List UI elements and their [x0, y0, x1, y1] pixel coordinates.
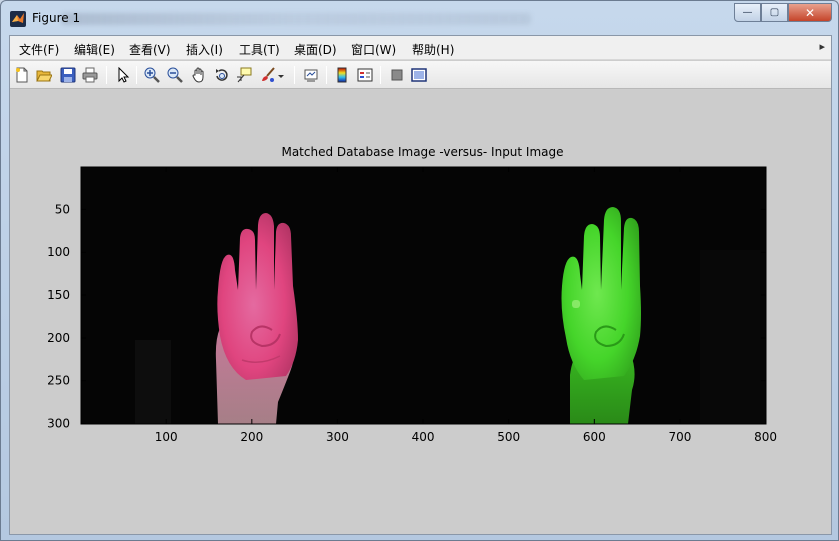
x-tick-label: 600 [583, 430, 606, 444]
hide-plot-tools-icon[interactable] [388, 66, 406, 84]
image-dark-patch [700, 250, 760, 424]
window-title: Figure 1 [32, 11, 81, 25]
minimize-button[interactable]: — [734, 3, 761, 22]
menu-window[interactable]: 窗口(W) [351, 41, 396, 58]
save-icon[interactable] [59, 66, 77, 84]
title-bar[interactable]: Figure 1 — ▢ ✕ [1, 1, 838, 35]
zoom-out-icon[interactable] [166, 66, 184, 84]
figure-window: Figure 1 — ▢ ✕ 文件(F) 编辑(E) 查看(V) 插入(I) 工… [0, 0, 839, 541]
x-tick-label: 800 [754, 430, 777, 444]
colorbar-icon[interactable] [333, 66, 351, 84]
link-plot-icon[interactable] [302, 66, 320, 84]
menu-insert[interactable]: 插入(I) [186, 41, 223, 58]
toolbar-separator [106, 66, 107, 84]
figure-toolbar [10, 61, 831, 89]
menu-tools[interactable]: 工具(T) [239, 41, 280, 58]
brush-dropdown-icon[interactable] [276, 66, 286, 84]
toolbar-separator [136, 66, 137, 84]
brush-icon[interactable] [259, 66, 277, 84]
new-figure-icon[interactable] [13, 66, 31, 84]
blurred-background-text [61, 13, 531, 25]
rotate-3d-icon[interactable] [213, 66, 231, 84]
matlab-logo-icon [10, 11, 26, 27]
pan-hand-icon[interactable] [190, 66, 208, 84]
y-tick-label: 200 [47, 331, 70, 345]
menu-help[interactable]: 帮助(H) [412, 41, 454, 58]
maximize-icon: ▢ [769, 7, 780, 18]
x-tick-label: 400 [412, 430, 435, 444]
close-icon: ✕ [804, 5, 816, 20]
menu-desktop[interactable]: 桌面(D) [294, 41, 337, 58]
y-tick-label: 100 [47, 245, 70, 259]
x-tick-label: 100 [155, 430, 178, 444]
open-file-icon[interactable] [35, 66, 53, 84]
toolbar-separator [294, 66, 295, 84]
menu-view[interactable]: 查看(V) [129, 41, 171, 58]
figure-client-area: 文件(F) 编辑(E) 查看(V) 插入(I) 工具(T) 桌面(D) 窗口(W… [9, 35, 832, 535]
x-tick-label: 700 [668, 430, 691, 444]
legend-icon[interactable] [356, 66, 374, 84]
x-tick-label: 300 [326, 430, 349, 444]
y-tick-label: 300 [47, 417, 70, 431]
figure-canvas: Matched Database Image -versus- Input Im… [10, 90, 831, 534]
menu-overflow-icon[interactable]: ▸ [819, 40, 825, 53]
x-tick-label: 500 [497, 430, 520, 444]
toolbar-separator [326, 66, 327, 84]
y-tick-label: 250 [47, 374, 70, 388]
image-background [81, 167, 766, 424]
x-tick-label: 200 [240, 430, 263, 444]
menu-bar: 文件(F) 编辑(E) 查看(V) 插入(I) 工具(T) 桌面(D) 窗口(W… [10, 36, 831, 60]
zoom-in-icon[interactable] [143, 66, 161, 84]
edit-plot-arrow-icon[interactable] [114, 66, 132, 84]
toolbar-separator [380, 66, 381, 84]
image-dark-patch [135, 340, 171, 424]
axes[interactable]: 100 200 300 400 500 600 700 800 50 100 150 200 250 3… [10, 90, 831, 534]
minimize-icon: — [742, 7, 753, 18]
menu-file[interactable]: 文件(F) [19, 41, 59, 58]
show-plot-tools-icon[interactable] [410, 66, 428, 84]
y-tick-label: 150 [47, 288, 70, 302]
y-tick-label: 50 [55, 202, 70, 216]
maximize-button[interactable]: ▢ [761, 3, 788, 22]
print-icon[interactable] [81, 66, 99, 84]
close-button[interactable]: ✕ [788, 3, 832, 22]
menu-edit[interactable]: 编辑(E) [74, 41, 115, 58]
data-cursor-icon[interactable] [235, 66, 253, 84]
